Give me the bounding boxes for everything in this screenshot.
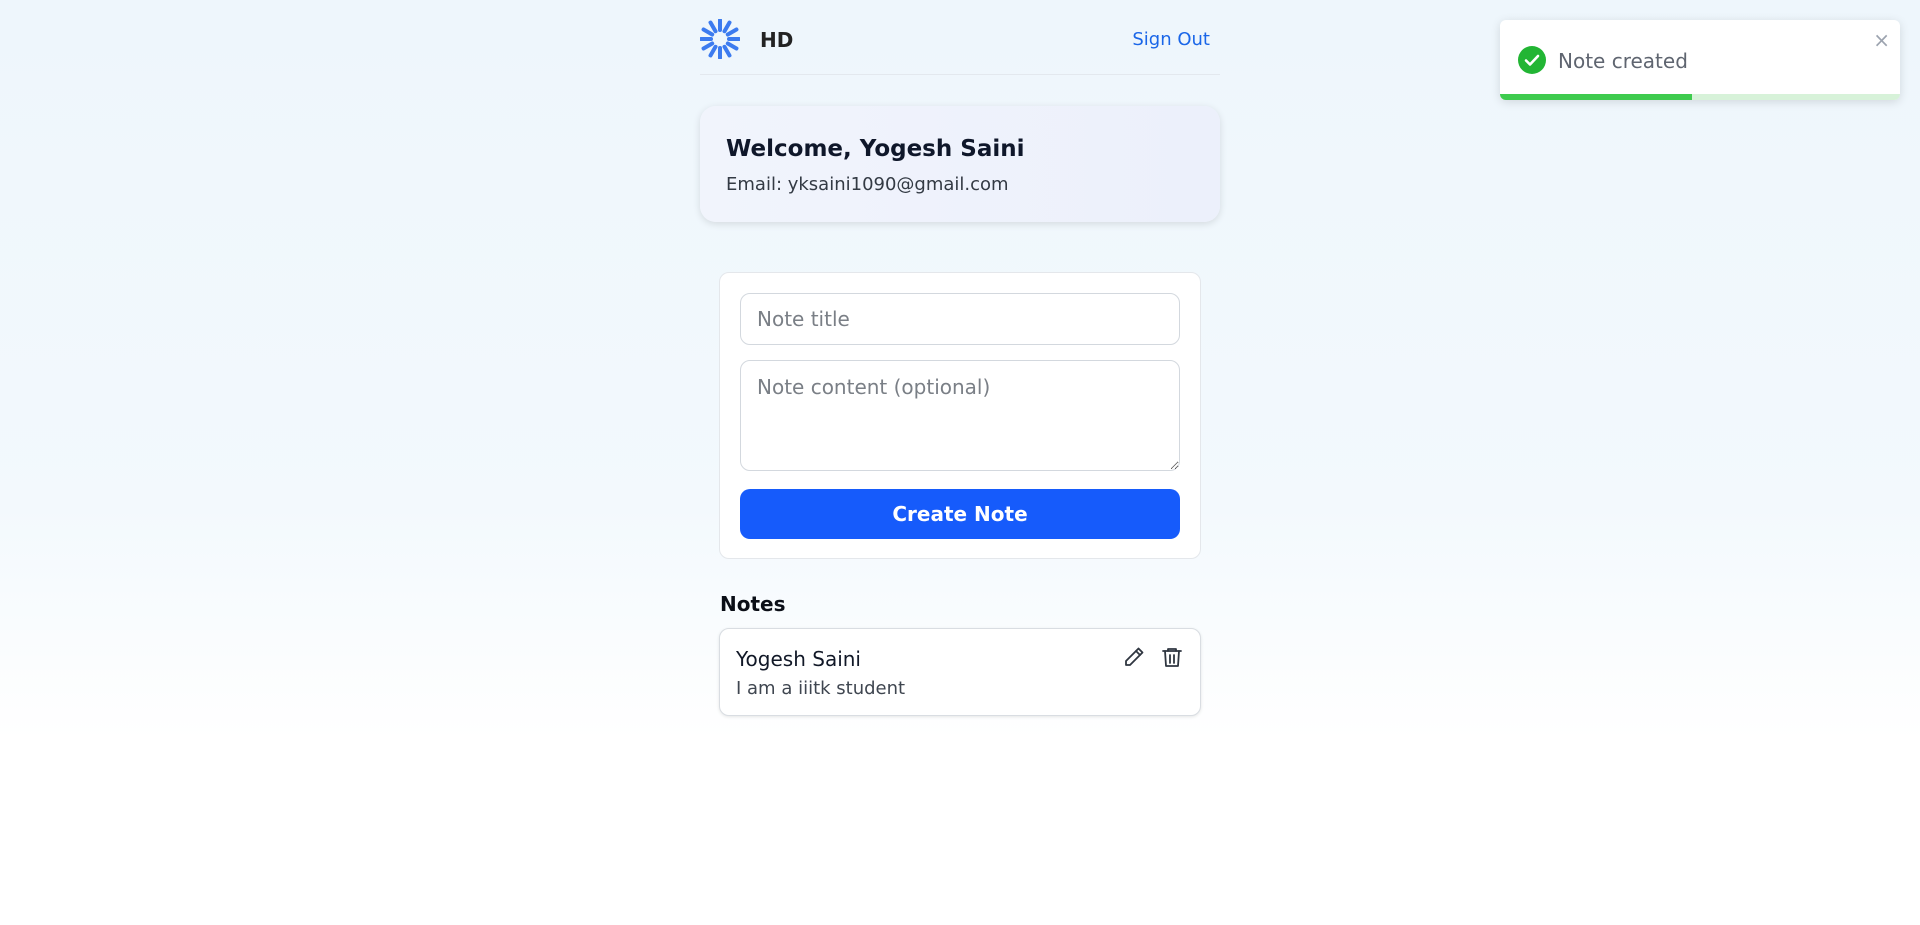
trash-icon[interactable] (1158, 643, 1186, 671)
toast-message: Note created (1558, 49, 1688, 73)
toast-progress-bar (1500, 94, 1692, 100)
sign-out-link[interactable]: Sign Out (1132, 29, 1210, 50)
check-circle-icon (1518, 46, 1546, 74)
toast-notification: Note created × (1500, 20, 1900, 100)
logo-text: HD (760, 28, 794, 52)
note-title: Yogesh Saini (736, 647, 861, 671)
pencil-icon[interactable] (1120, 643, 1148, 671)
note-form-card: Create Note (719, 272, 1201, 559)
create-note-button[interactable]: Create Note (740, 489, 1180, 539)
close-icon[interactable]: × (1873, 30, 1890, 50)
note-title-input[interactable] (740, 293, 1180, 345)
notes-heading: Notes (720, 592, 786, 616)
note-content-textarea[interactable] (740, 360, 1180, 471)
logo-sunburst-icon (699, 18, 741, 60)
note-actions (1120, 643, 1186, 671)
welcome-title: Welcome, Yogesh Saini (726, 136, 1025, 162)
note-card: Yogesh Saini I am a iiitk student (719, 628, 1201, 716)
welcome-card: Welcome, Yogesh Saini Email: yksaini1090… (700, 106, 1220, 222)
app-header: HD Sign Out (699, 0, 1220, 75)
user-email: Email: yksaini1090@gmail.com (726, 174, 1009, 195)
note-content: I am a iiitk student (736, 678, 906, 699)
